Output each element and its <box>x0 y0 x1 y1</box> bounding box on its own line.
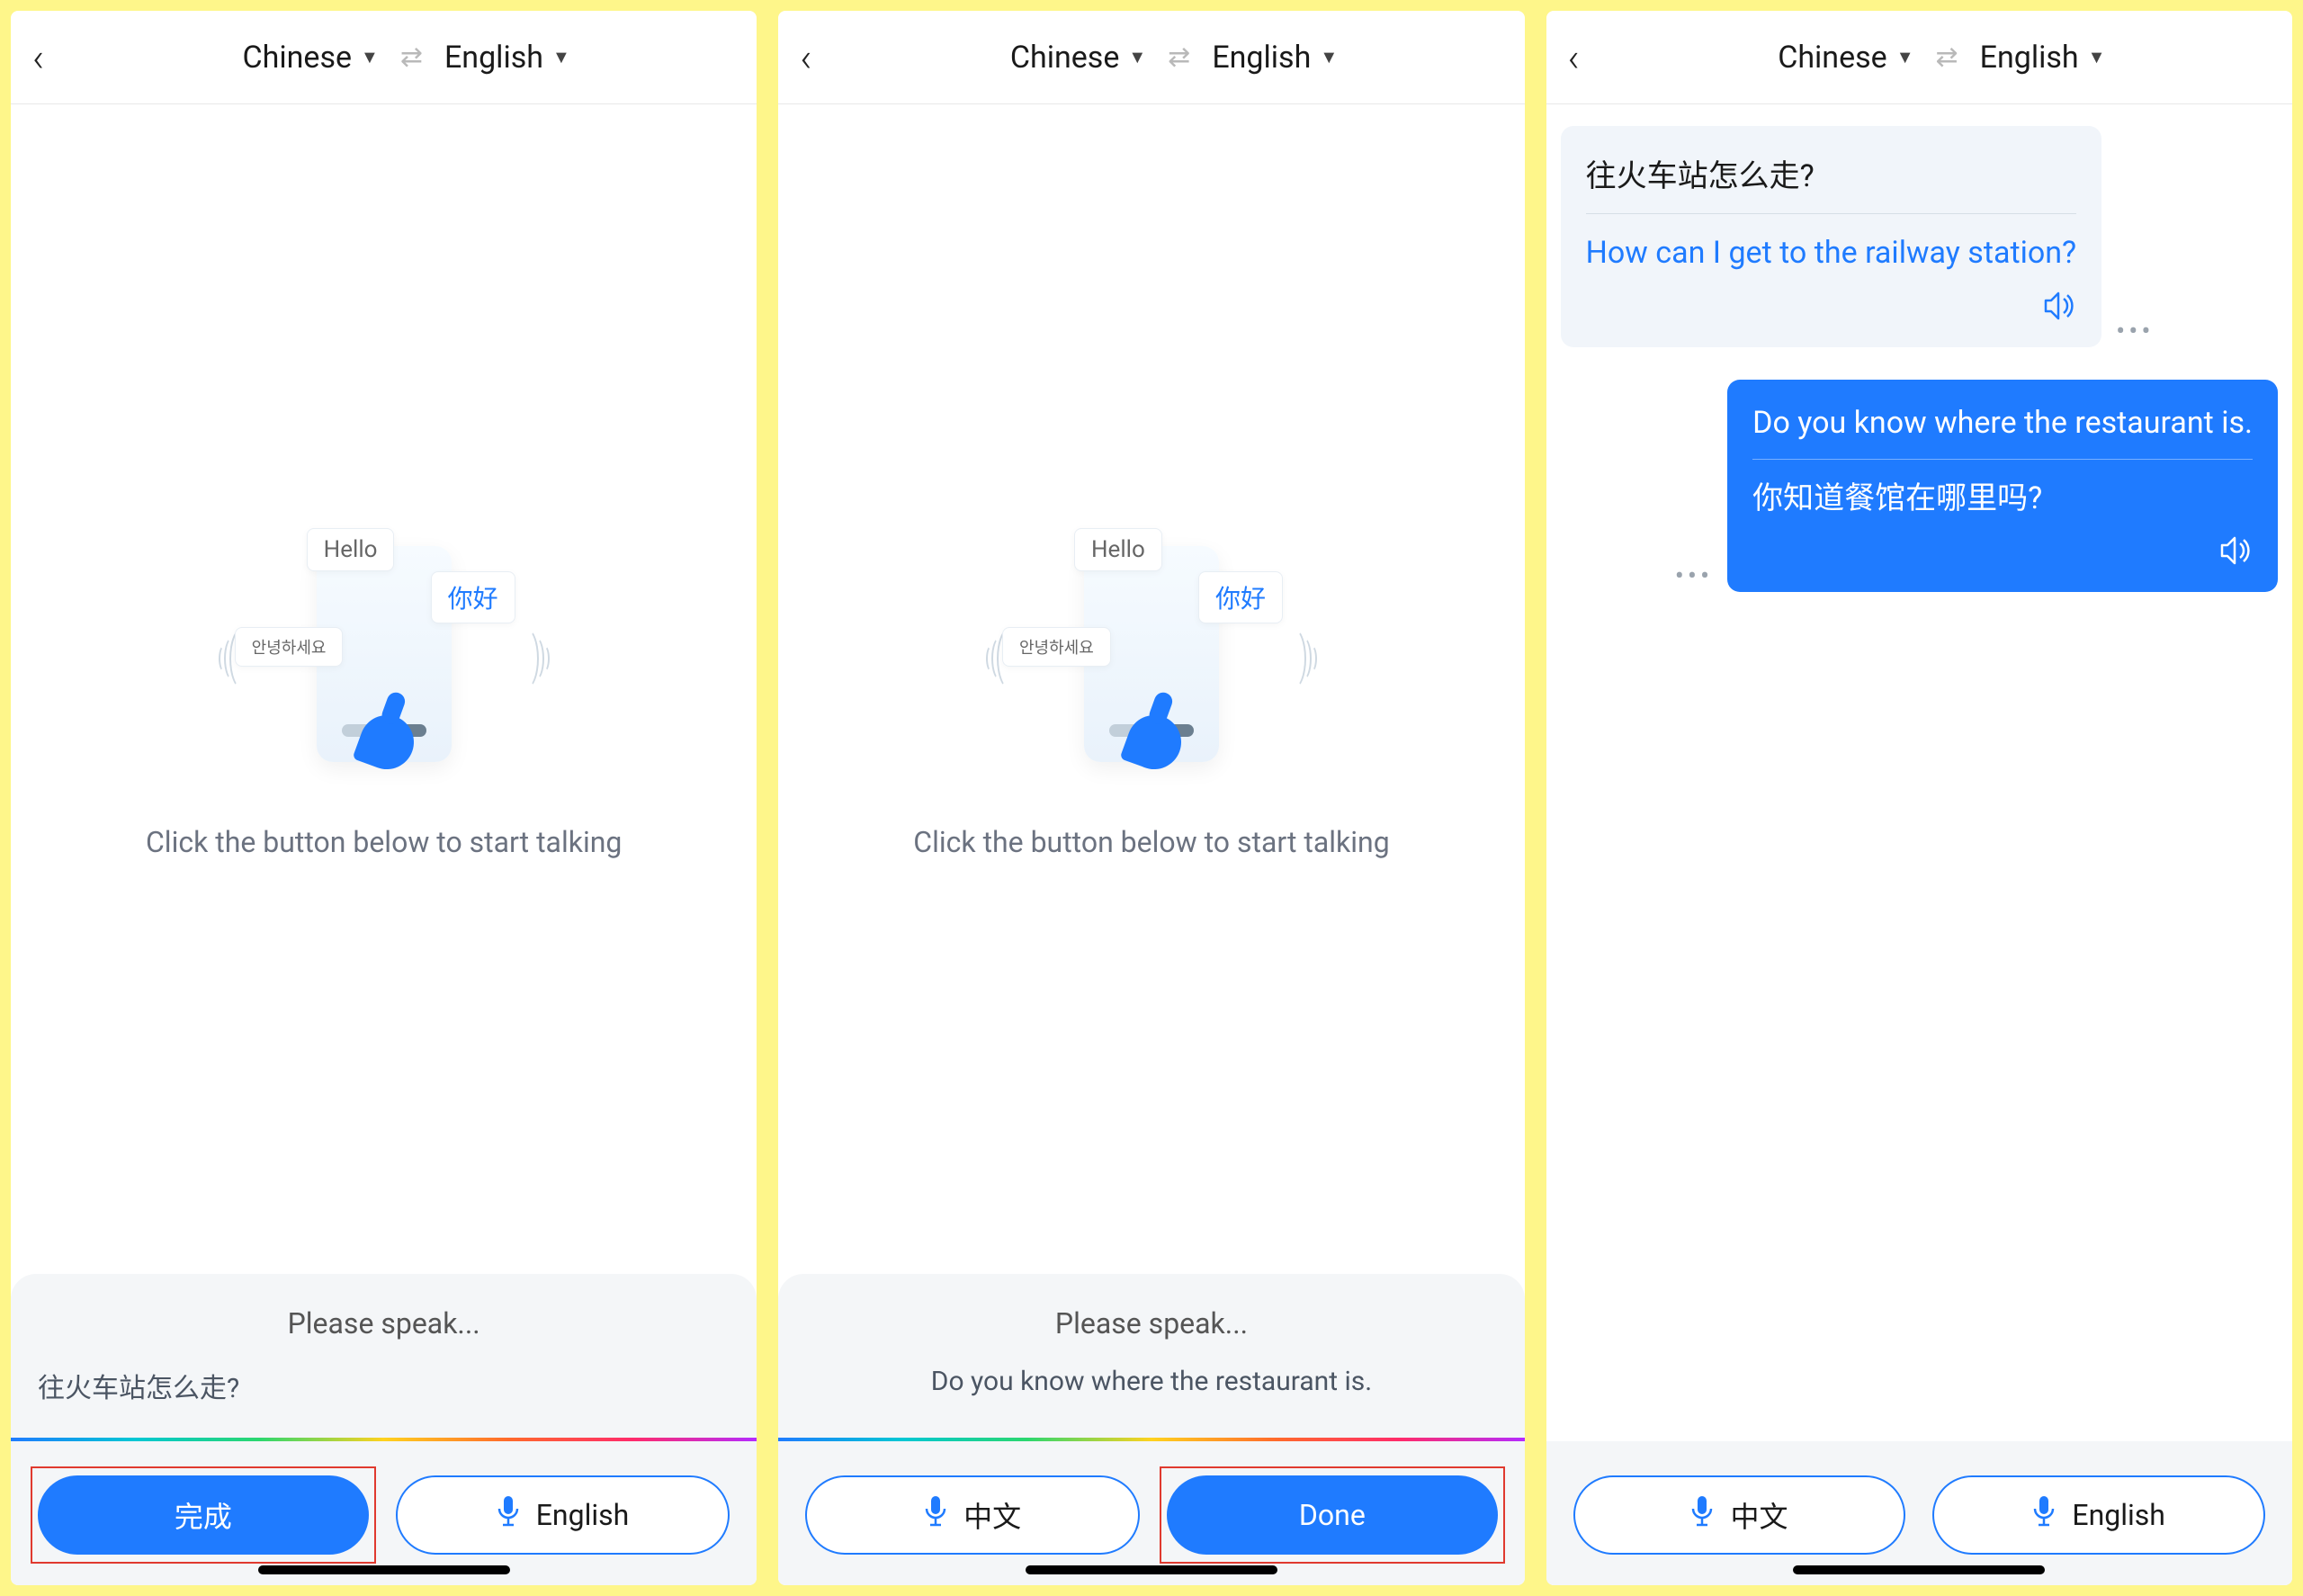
highlight-frame: Done <box>1167 1475 1498 1555</box>
source-language-label: Chinese <box>1778 40 1887 76</box>
message-source-text: Do you know where the restaurant is. <box>1752 405 2253 459</box>
home-indicator[interactable] <box>258 1565 510 1574</box>
bottom-buttons: 中文 English <box>1546 1441 2292 1585</box>
illustration: Hello 你好 안녕하세요 <box>999 519 1304 789</box>
screen-2: ‹ Chinese ▼ ⇄ English ▼ Hello 你好 안녕하세요 <box>778 11 1524 1585</box>
bubble-hello: Hello <box>307 528 395 571</box>
speak-chinese-button[interactable]: 中文 <box>805 1475 1140 1555</box>
message-translation-text: How can I get to the railway station? <box>1586 214 2076 275</box>
bottom-buttons: 完成 English <box>11 1441 757 1585</box>
speak-chinese-button[interactable]: 中文 <box>1573 1475 1906 1555</box>
done-button-label: Done <box>1299 1498 1366 1532</box>
source-language-selector[interactable]: Chinese ▼ <box>1010 40 1146 76</box>
bottom-buttons: 中文 Done <box>778 1441 1524 1585</box>
caret-down-icon: ▼ <box>2088 46 2106 68</box>
empty-state: Hello 你好 안녕하세요 Click the button below to… <box>11 104 757 1274</box>
source-language-selector[interactable]: Chinese ▼ <box>243 40 379 76</box>
message-translation-text: 你知道餐馆在哪里吗? <box>1752 460 2253 521</box>
done-button[interactable]: 完成 <box>38 1475 369 1555</box>
target-language-label: English <box>1980 40 2079 76</box>
caret-down-icon: ▼ <box>361 46 379 68</box>
prompt-text: Click the button below to start talking <box>913 825 1389 859</box>
illustration: Hello 你好 안녕하세요 <box>231 519 537 789</box>
speak-english-button[interactable]: English <box>1932 1475 2265 1555</box>
source-language-selector[interactable]: Chinese ▼ <box>1778 40 1913 76</box>
swap-icon[interactable]: ⇄ <box>1168 41 1190 73</box>
screen-3: ‹ Chinese ▼ ⇄ English ▼ 往火车站怎么走? How can… <box>1546 11 2292 1585</box>
header: ‹ Chinese ▼ ⇄ English ▼ <box>1546 11 2292 104</box>
more-icon[interactable]: ••• <box>1675 560 1713 592</box>
mic-icon <box>924 1496 947 1534</box>
done-button-label: 完成 <box>175 1494 232 1536</box>
speak-chinese-label: 中文 <box>1730 1494 1788 1536</box>
target-language-label: English <box>444 40 543 76</box>
back-icon[interactable]: ‹ <box>32 34 77 81</box>
message-row-right: ••• Do you know where the restaurant is.… <box>1561 380 2278 593</box>
hand-icon <box>352 708 421 777</box>
speaker-icon[interactable] <box>2220 536 2253 572</box>
language-pair: Chinese ▼ ⇄ English ▼ <box>1613 40 2271 76</box>
message-bubble-incoming: 往火车站怎么走? How can I get to the railway st… <box>1561 126 2101 347</box>
done-button[interactable]: Done <box>1167 1475 1498 1555</box>
back-icon[interactable]: ‹ <box>800 34 845 81</box>
source-language-label: Chinese <box>243 40 353 76</box>
screen-1: ‹ Chinese ▼ ⇄ English ▼ Hello 你好 안녕하세요 <box>11 11 757 1585</box>
header: ‹ Chinese ▼ ⇄ English ▼ <box>778 11 1524 104</box>
message-row-left: 往火车站怎么走? How can I get to the railway st… <box>1561 126 2278 347</box>
bubble-nihao: 你好 <box>431 571 515 623</box>
target-language-selector[interactable]: English ▼ <box>444 40 570 76</box>
bubble-korean: 안녕하세요 <box>235 627 344 667</box>
highlight-frame: 完成 <box>38 1475 369 1555</box>
mic-icon <box>1690 1496 1714 1534</box>
home-indicator[interactable] <box>1793 1565 2045 1574</box>
message-source-text: 往火车站怎么走? <box>1586 151 2076 213</box>
source-language-label: Chinese <box>1010 40 1120 76</box>
speak-english-label: English <box>536 1498 630 1532</box>
speak-title: Please speak... <box>38 1306 730 1340</box>
recognized-text: Do you know where the restaurant is. <box>805 1366 1497 1405</box>
caret-down-icon: ▼ <box>1320 46 1338 68</box>
target-language-selector[interactable]: English ▼ <box>1980 40 2106 76</box>
swap-icon[interactable]: ⇄ <box>400 41 423 73</box>
bubble-korean: 안녕하세요 <box>1002 627 1111 667</box>
speak-title: Please speak... <box>805 1306 1497 1340</box>
swap-icon[interactable]: ⇄ <box>1936 41 1958 73</box>
speak-panel: Please speak... 往火车站怎么走? <box>11 1274 757 1441</box>
target-language-label: English <box>1212 40 1311 76</box>
speak-english-button[interactable]: English <box>396 1475 730 1555</box>
header: ‹ Chinese ▼ ⇄ English ▼ <box>11 11 757 104</box>
caret-down-icon: ▼ <box>1896 46 1914 68</box>
message-bubble-outgoing: Do you know where the restaurant is. 你知道… <box>1727 380 2278 593</box>
language-pair: Chinese ▼ ⇄ English ▼ <box>845 40 1502 76</box>
speak-english-label: English <box>2072 1498 2165 1532</box>
speak-panel: Please speak... Do you know where the re… <box>778 1274 1524 1441</box>
recognized-text: 往火车站怎么走? <box>38 1366 730 1405</box>
mic-icon <box>2032 1496 2056 1534</box>
caret-down-icon: ▼ <box>552 46 570 68</box>
prompt-text: Click the button below to start talking <box>146 825 622 859</box>
bubble-nihao: 你好 <box>1198 571 1283 623</box>
speak-chinese-label: 中文 <box>963 1494 1021 1536</box>
chat-body: 往火车站怎么走? How can I get to the railway st… <box>1546 104 2292 1441</box>
home-indicator[interactable] <box>1026 1565 1277 1574</box>
bubble-hello: Hello <box>1074 528 1162 571</box>
more-icon[interactable]: ••• <box>2116 316 2154 347</box>
speaker-icon[interactable] <box>2044 291 2076 327</box>
target-language-selector[interactable]: English ▼ <box>1212 40 1338 76</box>
hand-icon <box>1120 708 1189 777</box>
mic-icon <box>497 1496 520 1534</box>
empty-state: Hello 你好 안녕하세요 Click the button below to… <box>778 104 1524 1274</box>
back-icon[interactable]: ‹ <box>1568 34 1613 81</box>
language-pair: Chinese ▼ ⇄ English ▼ <box>77 40 735 76</box>
caret-down-icon: ▼ <box>1128 46 1146 68</box>
